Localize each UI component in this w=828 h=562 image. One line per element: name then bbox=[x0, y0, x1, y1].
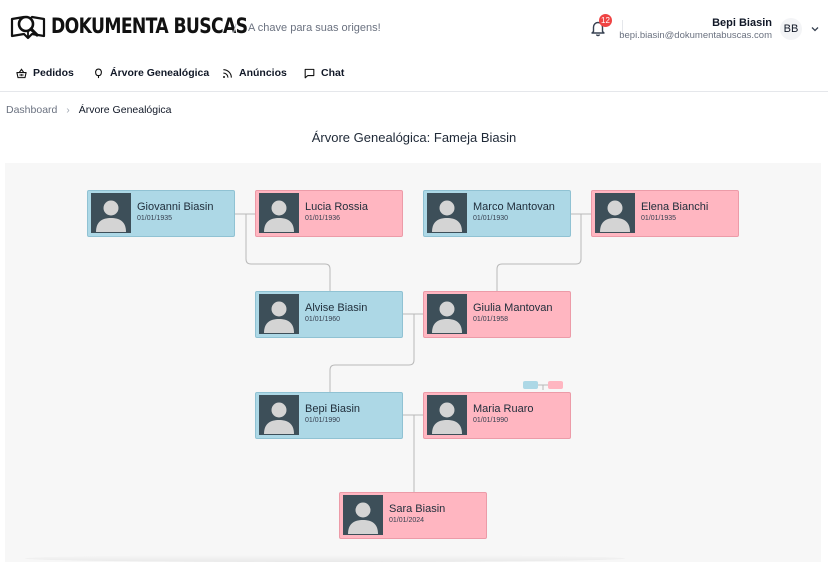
person-card[interactable]: Lucia Rossia 01/01/1936 bbox=[255, 190, 403, 237]
person-card[interactable]: Sara Biasin 01/01/2024 bbox=[339, 492, 487, 539]
person-card[interactable]: Giulia Mantovan 01/01/1958 bbox=[423, 291, 571, 338]
canvas-bottom-shadow bbox=[25, 555, 625, 562]
rss-icon bbox=[223, 68, 232, 78]
person-card[interactable]: Giovanni Biasin 01/01/1935 bbox=[87, 190, 235, 237]
person-avatar-icon bbox=[91, 193, 131, 233]
breadcrumb-dashboard-link[interactable]: Dashboard bbox=[6, 104, 57, 116]
app-header: DOKUMENTA BUSCAS / A chave para suas ori… bbox=[0, 0, 828, 56]
chevron-down-icon[interactable] bbox=[810, 24, 820, 34]
breadcrumb-current: Árvore Genealógica bbox=[78, 104, 172, 116]
person-avatar-icon bbox=[595, 193, 635, 233]
person-avatar-icon bbox=[259, 395, 299, 435]
person-avatar-icon bbox=[259, 193, 299, 233]
chat-icon bbox=[304, 68, 315, 78]
person-avatar-icon bbox=[427, 294, 467, 334]
person-name: Elena Bianchi bbox=[641, 201, 709, 213]
person-name: Bepi Biasin bbox=[305, 403, 361, 415]
basket-icon bbox=[16, 67, 27, 78]
person-birth-date: 01/01/1935 bbox=[137, 215, 173, 222]
avatar[interactable]: BB bbox=[780, 18, 802, 40]
person-birth-date: 01/01/1936 bbox=[305, 215, 341, 222]
nav-item-label: Pedidos bbox=[33, 67, 74, 79]
partner-switch-icon[interactable] bbox=[523, 380, 563, 390]
person-birth-date: 01/01/1990 bbox=[473, 417, 509, 424]
nav-item-arvore[interactable]: Árvore Genealógica bbox=[93, 67, 209, 79]
nav-item-label: Árvore Genealógica bbox=[110, 67, 210, 79]
person-name: Lucia Rossia bbox=[305, 201, 368, 213]
book-magnifier-icon bbox=[10, 15, 46, 40]
person-name: Giulia Mantovan bbox=[473, 302, 553, 314]
nav-item-chat[interactable]: Chat bbox=[304, 67, 344, 79]
user-email: bepi.biasin@dokumentabuscas.com bbox=[619, 30, 772, 41]
person-card[interactable]: Elena Bianchi 01/01/1935 bbox=[591, 190, 739, 237]
person-avatar-icon bbox=[427, 395, 467, 435]
person-name: Alvise Biasin bbox=[305, 302, 368, 314]
person-birth-date: 01/01/1930 bbox=[473, 215, 509, 222]
person-birth-date: 01/01/1990 bbox=[305, 417, 341, 424]
nav-item-anuncios[interactable]: Anúncios bbox=[222, 67, 287, 79]
person-birth-date: 01/01/1960 bbox=[305, 316, 341, 323]
main-nav: Pedidos Árvore Genealógica Anúncios Chat bbox=[0, 56, 828, 92]
person-card[interactable]: Marco Mantovan 01/01/1930 bbox=[423, 190, 571, 237]
person-avatar-icon bbox=[343, 495, 383, 535]
person-birth-date: 01/01/1958 bbox=[473, 316, 509, 323]
breadcrumb: Dashboard › Árvore Genealógica bbox=[6, 104, 172, 116]
person-card[interactable]: Bepi Biasin 01/01/1990 bbox=[255, 392, 403, 439]
family-tree-canvas[interactable]: Giovanni Biasin 01/01/1935 Lucia Rossia 01… bbox=[5, 163, 821, 562]
person-name: Marco Mantovan bbox=[473, 201, 555, 213]
person-avatar-icon bbox=[427, 193, 467, 233]
tagline: A chave para suas origens! bbox=[248, 22, 381, 34]
person-name: Sara Biasin bbox=[389, 503, 446, 515]
nav-item-label: Anúncios bbox=[239, 67, 287, 79]
person-card[interactable]: Maria Ruaro 01/01/1990 bbox=[423, 392, 571, 439]
nav-item-label: Chat bbox=[321, 67, 345, 79]
page-title: Árvore Genealógica: Fameja Biasin bbox=[311, 130, 517, 145]
person-birth-date: 01/01/2024 bbox=[389, 517, 425, 524]
nav-item-pedidos[interactable]: Pedidos bbox=[16, 67, 74, 79]
user-name: Bepi Biasin bbox=[712, 17, 772, 29]
person-card[interactable]: Alvise Biasin 01/01/1960 bbox=[255, 291, 403, 338]
person-name: Maria Ruaro bbox=[473, 403, 534, 415]
brand-name: DOKUMENTA BUSCAS bbox=[51, 14, 248, 38]
person-avatar-icon bbox=[259, 294, 299, 334]
breadcrumb-separator-icon: › bbox=[66, 104, 70, 116]
person-birth-date: 01/01/1935 bbox=[641, 215, 677, 222]
tree-icon bbox=[95, 68, 102, 78]
header-separator: / bbox=[233, 21, 237, 36]
notification-badge: 12 bbox=[599, 14, 612, 27]
person-name: Giovanni Biasin bbox=[137, 201, 214, 213]
